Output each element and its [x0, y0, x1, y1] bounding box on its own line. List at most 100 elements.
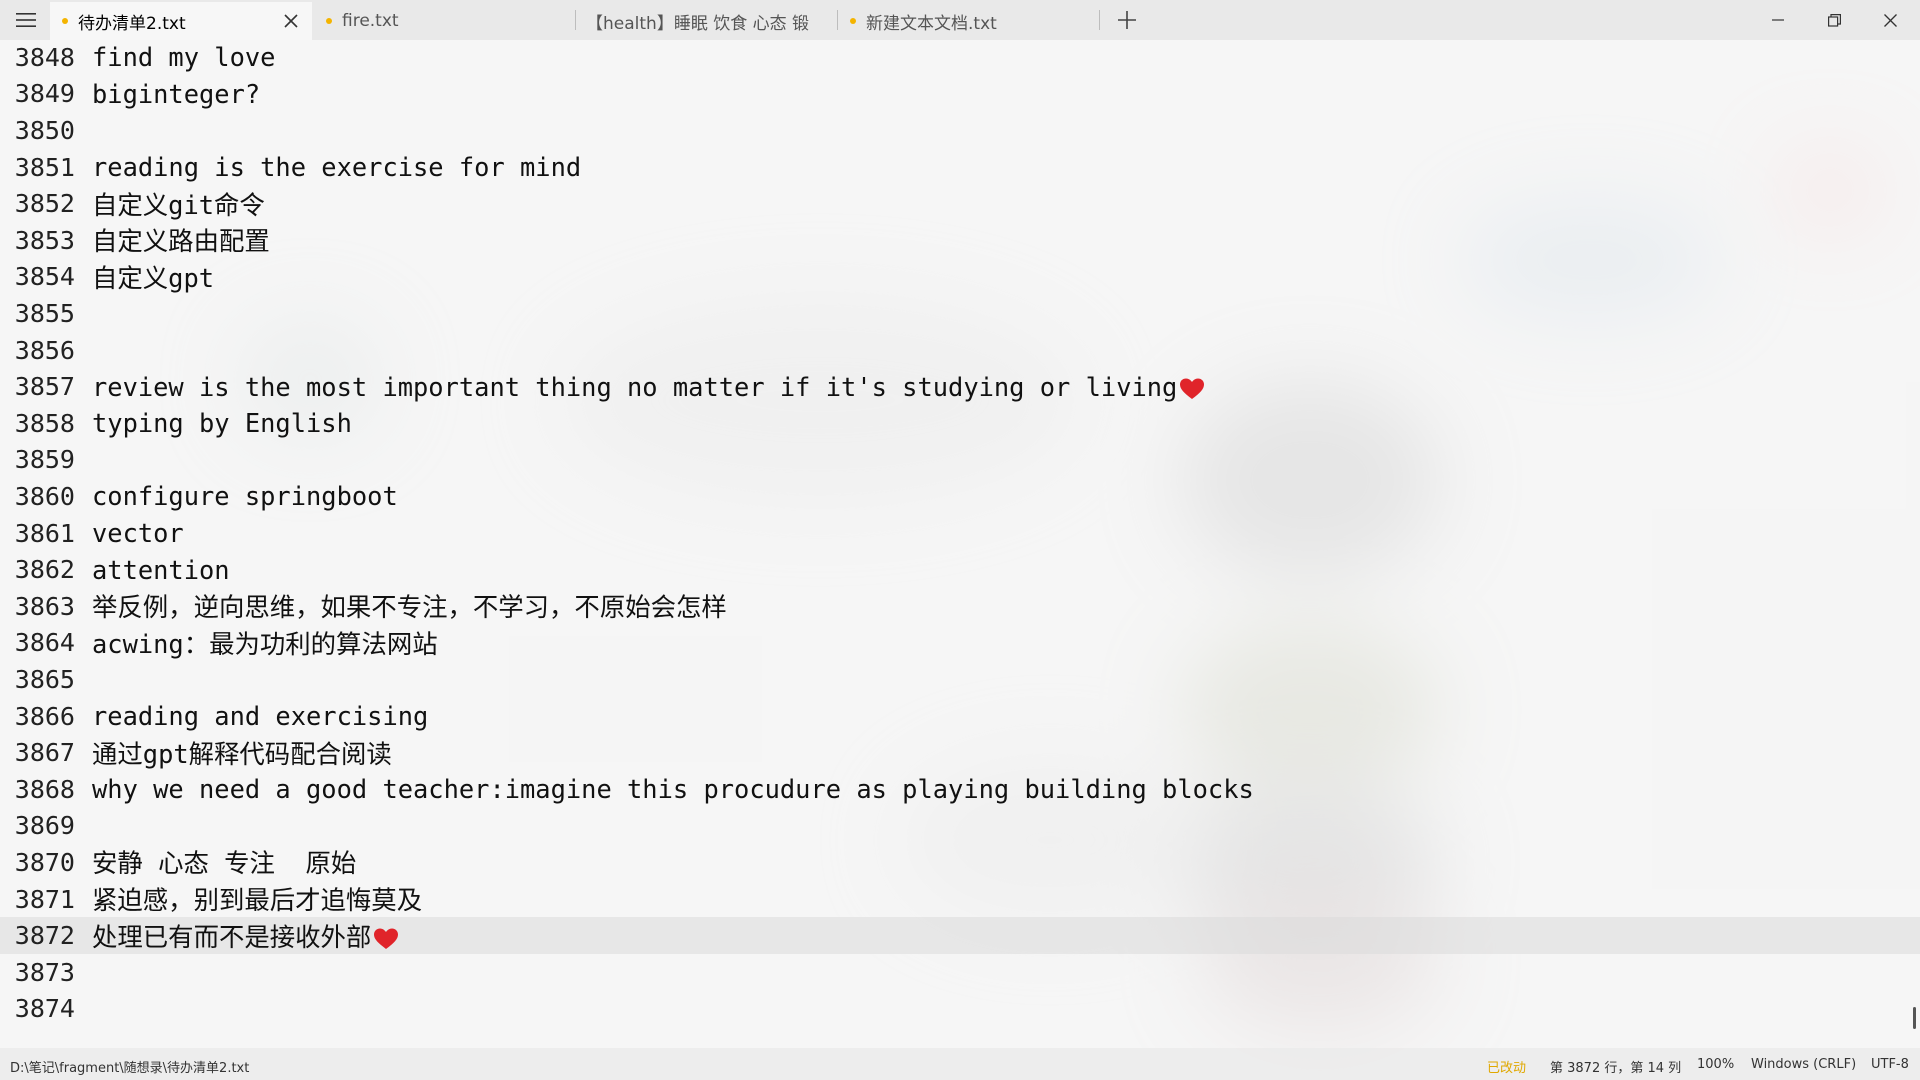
zoom-level[interactable]: 100%	[1697, 1057, 1734, 1072]
editor-line[interactable]: 3866 reading and exercising	[0, 698, 1920, 735]
line-number: 3864	[14, 628, 75, 658]
line-text: 自定义gpt	[92, 259, 214, 295]
line-number: 3851	[14, 152, 75, 182]
editor-line[interactable]: 3864 acwing：最为功利的算法网站	[0, 625, 1920, 662]
editor-line[interactable]: 3858 typing by English	[0, 405, 1920, 442]
line-content: find my love	[92, 42, 276, 73]
tab-close-button[interactable]	[278, 8, 304, 34]
close-window-button[interactable]	[1862, 0, 1918, 40]
line-text: 通过gpt解释代码配合阅读	[92, 735, 392, 771]
cursor-position[interactable]: 第 3872 行，第 14 列	[1550, 1057, 1681, 1076]
modified-dot	[62, 18, 68, 24]
editor-line[interactable]: 3852 自定义git命令	[0, 185, 1920, 222]
editor-line[interactable]: 3868 why we need a good teacher:imagine t…	[0, 771, 1920, 808]
restore-icon	[1827, 13, 1841, 27]
line-number: 3861	[14, 518, 75, 548]
line-content: 通过gpt解释代码配合阅读	[92, 738, 392, 769]
line-number: 3867	[14, 738, 75, 768]
line-text: 紧迫感，别到最后才追悔莫及	[92, 881, 422, 917]
editor-line[interactable]: 3854 自定义gpt	[0, 259, 1920, 296]
line-text: 举反例，逆向思维，如果不专注，不学习，不原始会怎样	[92, 588, 727, 624]
editor-line[interactable]: 3850	[0, 112, 1920, 149]
line-text: review is the most important thing no ma…	[92, 372, 1205, 402]
editor-line[interactable]: 3855	[0, 295, 1920, 332]
editor-line[interactable]: 3853 自定义路由配置	[0, 222, 1920, 259]
minimize-button[interactable]	[1750, 0, 1806, 40]
line-number: 3868	[14, 774, 75, 804]
new-tab-button[interactable]	[1110, 4, 1144, 36]
editor-line[interactable]: 3870 安静 心态 专注 原始	[0, 844, 1920, 881]
line-number: 3860	[14, 481, 75, 511]
line-number: 3856	[14, 335, 75, 365]
line-content: reading and exercising	[92, 701, 429, 732]
line-text: 安静 心态 专注 原始	[92, 844, 356, 880]
tab-new-text-document[interactable]: 新建文本文档.txt	[838, 2, 1100, 40]
line-number: 3869	[14, 811, 75, 841]
editor-line[interactable]: 3871 紧迫感，别到最后才追悔莫及	[0, 881, 1920, 918]
menu-button[interactable]	[6, 4, 46, 36]
line-text: configure springboot	[92, 481, 398, 511]
current-line[interactable]: 3872 处理已有而不是接收外部	[0, 917, 1920, 954]
line-text: 自定义git命令	[92, 186, 265, 222]
line-content: vector	[92, 518, 184, 549]
line-content: review is the most important thing no ma…	[92, 371, 1178, 402]
line-number: 3872	[14, 921, 75, 951]
line-number: 3849	[14, 79, 75, 109]
line-ending[interactable]: Windows (CRLF)	[1751, 1057, 1856, 1072]
line-number: 3850	[14, 115, 75, 145]
editor-line[interactable]: 3851 reading is the exercise for mind	[0, 149, 1920, 186]
line-text: biginteger?	[92, 79, 260, 109]
line-number: 3855	[14, 298, 75, 328]
line-number: 3862	[14, 555, 75, 585]
plus-icon	[1118, 11, 1136, 29]
editor-line[interactable]: 3861 vector	[0, 515, 1920, 552]
tab-label: 待办清单2.txt	[78, 13, 186, 34]
line-content: acwing：最为功利的算法网站	[92, 628, 438, 659]
line-number: 3866	[14, 701, 75, 731]
editor-line[interactable]: 3862 attention	[0, 551, 1920, 588]
line-number: 3848	[14, 42, 75, 72]
tab-health[interactable]: 【health】睡眠 饮食 心态 锻	[576, 2, 838, 40]
tab-todo-list[interactable]: 待办清单2.txt	[50, 2, 312, 40]
tab-fire[interactable]: fire.txt	[314, 2, 576, 40]
line-number: 3874	[14, 994, 75, 1024]
close-icon	[1883, 13, 1897, 27]
editor-line[interactable]: 3849 biginteger?	[0, 76, 1920, 113]
editor-line[interactable]: 3874	[0, 991, 1920, 1028]
line-number: 3859	[14, 445, 75, 475]
line-number: 3854	[14, 262, 75, 292]
editor-line[interactable]: 3860 configure springboot	[0, 478, 1920, 515]
modified-dot	[850, 18, 856, 24]
encoding[interactable]: UTF-8	[1871, 1057, 1909, 1072]
editor-line[interactable]: 3869	[0, 808, 1920, 845]
editor-line[interactable]: 3856	[0, 332, 1920, 369]
line-text: why we need a good teacher:imagine this …	[92, 774, 1254, 804]
line-content: 处理已有而不是接收外部	[92, 921, 372, 952]
line-content: 自定义gpt	[92, 262, 215, 293]
status-bar: D:\笔记\fragment\随想录\待办清单2.txt 已改动 第 3872 …	[0, 1048, 1920, 1080]
editor-line[interactable]: 3863 举反例，逆向思维，如果不专注，不学习，不原始会怎样	[0, 588, 1920, 625]
heart-icon	[374, 928, 399, 949]
line-number: 3873	[14, 957, 75, 987]
file-path: D:\笔记\fragment\随想录\待办清单2.txt	[10, 1061, 250, 1076]
editor-line[interactable]: 3873	[0, 954, 1920, 991]
line-number: 3865	[14, 664, 75, 694]
modified-status: 已改动	[1487, 1061, 1527, 1076]
editor-line[interactable]: 3867 通过gpt解释代码配合阅读	[0, 734, 1920, 771]
text-editor[interactable]: 3848 find my love 3849 biginteger? 3850 3851 r…	[0, 40, 1920, 1048]
editor-line[interactable]: 3857 review is the most important thing n…	[0, 368, 1920, 405]
tab-label: 新建文本文档.txt	[866, 13, 997, 34]
heart-icon	[1180, 378, 1205, 399]
line-text: 自定义路由配置	[92, 222, 270, 258]
editor-line[interactable]: 3865	[0, 661, 1920, 698]
line-number: 3852	[14, 189, 75, 219]
editor-line[interactable]: 3848 find my love	[0, 39, 1920, 76]
scrollbar-thumb[interactable]	[1913, 1007, 1916, 1029]
editor-line[interactable]: 3859	[0, 442, 1920, 479]
line-number: 3870	[14, 847, 75, 877]
tab-divider	[1099, 10, 1100, 30]
restore-button[interactable]	[1806, 0, 1862, 40]
line-number: 3853	[14, 225, 75, 255]
line-content: reading is the exercise for mind	[92, 152, 582, 183]
line-text: reading and exercising	[92, 701, 428, 731]
